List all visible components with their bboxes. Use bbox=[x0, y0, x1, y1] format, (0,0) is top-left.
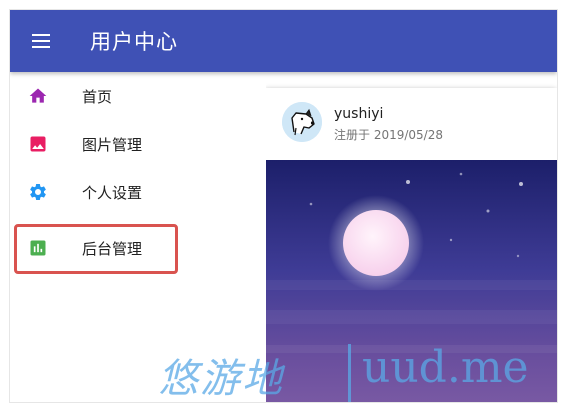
sidebar-item-personal-settings[interactable]: 个人设置 bbox=[10, 168, 266, 216]
home-icon bbox=[29, 88, 47, 103]
sidebar-item-home[interactable]: 首页 bbox=[10, 72, 266, 120]
card-media-image bbox=[266, 160, 557, 402]
user-card: yushiyi 注册于 2019/05/28 bbox=[266, 88, 557, 402]
sidebar-item-label: 首页 bbox=[82, 88, 113, 106]
username: yushiyi bbox=[334, 106, 384, 122]
gear-icon bbox=[30, 183, 46, 200]
app-window: 用户中心 首页 图片管理 个人设置 后台管理 yushiyi 注册于 2019/… bbox=[10, 10, 557, 402]
moon-night-sky-icon bbox=[266, 160, 557, 402]
sidebar-item-label: 个人设置 bbox=[82, 184, 143, 202]
dog-sketch-avatar-icon bbox=[282, 102, 322, 142]
page-title: 用户中心 bbox=[90, 30, 178, 54]
register-date: 注册于 2019/05/28 bbox=[334, 128, 443, 142]
sidebar-item-image-management[interactable]: 图片管理 bbox=[10, 120, 266, 168]
sidebar-item-admin[interactable]: 后台管理 bbox=[10, 224, 266, 272]
navigation-drawer: 首页 图片管理 个人设置 后台管理 bbox=[10, 72, 266, 402]
avatar[interactable] bbox=[282, 102, 322, 142]
sidebar-item-label: 后台管理 bbox=[82, 240, 143, 258]
menu-icon[interactable] bbox=[32, 32, 52, 50]
sidebar-item-label: 图片管理 bbox=[82, 136, 143, 154]
app-bar: 用户中心 bbox=[10, 10, 557, 72]
card-header: yushiyi 注册于 2019/05/28 bbox=[266, 88, 557, 160]
image-icon bbox=[30, 136, 46, 152]
bar-chart-icon bbox=[30, 240, 46, 256]
